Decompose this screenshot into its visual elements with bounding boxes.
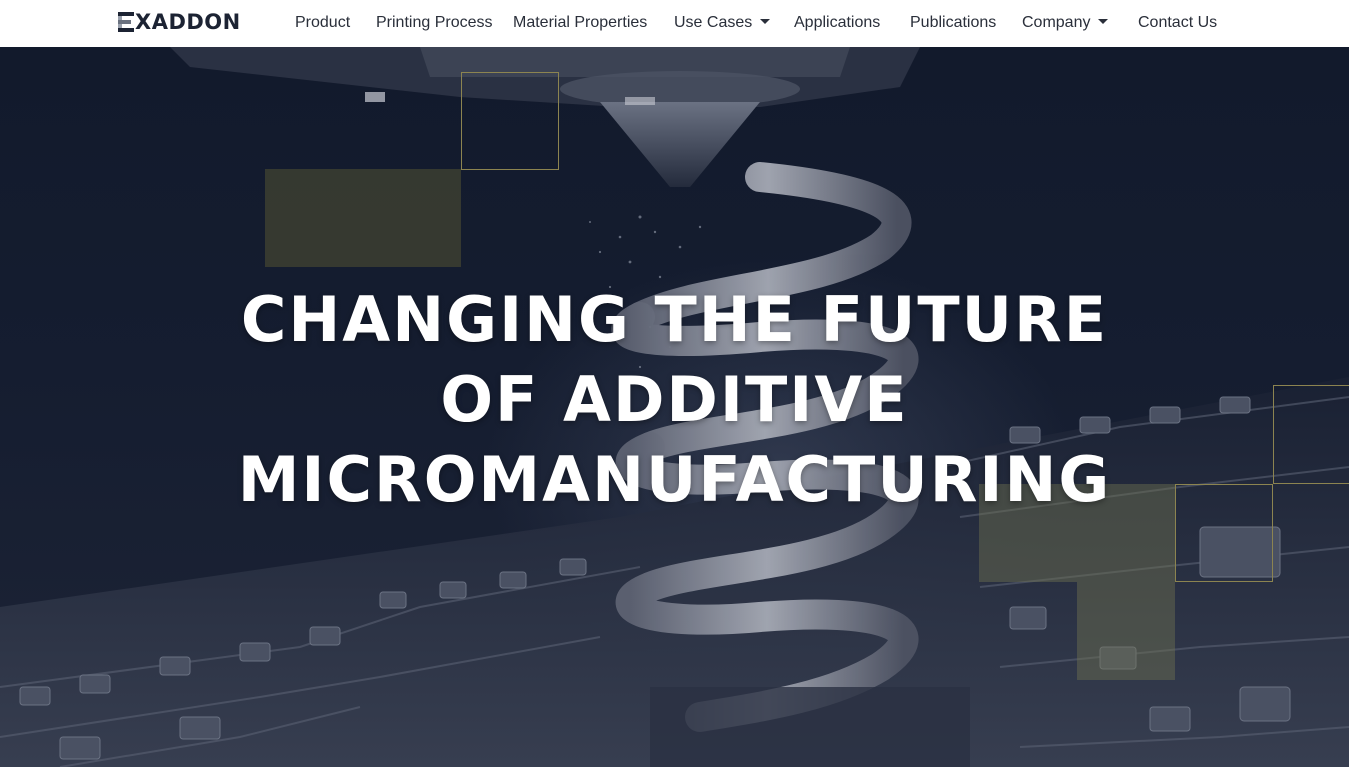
nav-item-applications[interactable]: Applications	[794, 13, 880, 33]
nav-item-company-label: Company	[1022, 14, 1091, 31]
nav-item-contact-us[interactable]: Contact Us	[1138, 13, 1217, 33]
nav-item-use-cases-label: Use Cases	[674, 14, 753, 31]
top-navbar: XADDON Product Printing Process Material…	[0, 0, 1349, 47]
nav-item-company[interactable]: Company	[1022, 13, 1109, 33]
accent-square-fill	[1077, 582, 1175, 680]
accent-square-outline	[461, 72, 559, 170]
headline-line: OF ADDITIVE	[440, 363, 909, 436]
headline-line: MICROMANUFACTURING	[237, 443, 1112, 516]
hero-headline: CHANGING THE FUTURE OF ADDITIVE MICROMAN…	[0, 280, 1349, 520]
chevron-down-icon	[1098, 19, 1109, 24]
nav-item-printing-process[interactable]: Printing Process	[376, 13, 493, 33]
nav-item-material-properties[interactable]: Material Properties	[513, 13, 647, 33]
accent-square-fill	[265, 169, 461, 267]
headline-line: CHANGING THE FUTURE	[240, 283, 1109, 356]
nav-item-publications[interactable]: Publications	[910, 13, 996, 33]
chevron-down-icon	[760, 19, 771, 24]
nav-item-product[interactable]: Product	[295, 13, 350, 33]
main-nav: Product Printing Process Material Proper…	[0, 0, 1349, 47]
nav-item-use-cases[interactable]: Use Cases	[674, 13, 771, 33]
hero-section: CHANGING THE FUTURE OF ADDITIVE MICROMAN…	[0, 47, 1349, 767]
